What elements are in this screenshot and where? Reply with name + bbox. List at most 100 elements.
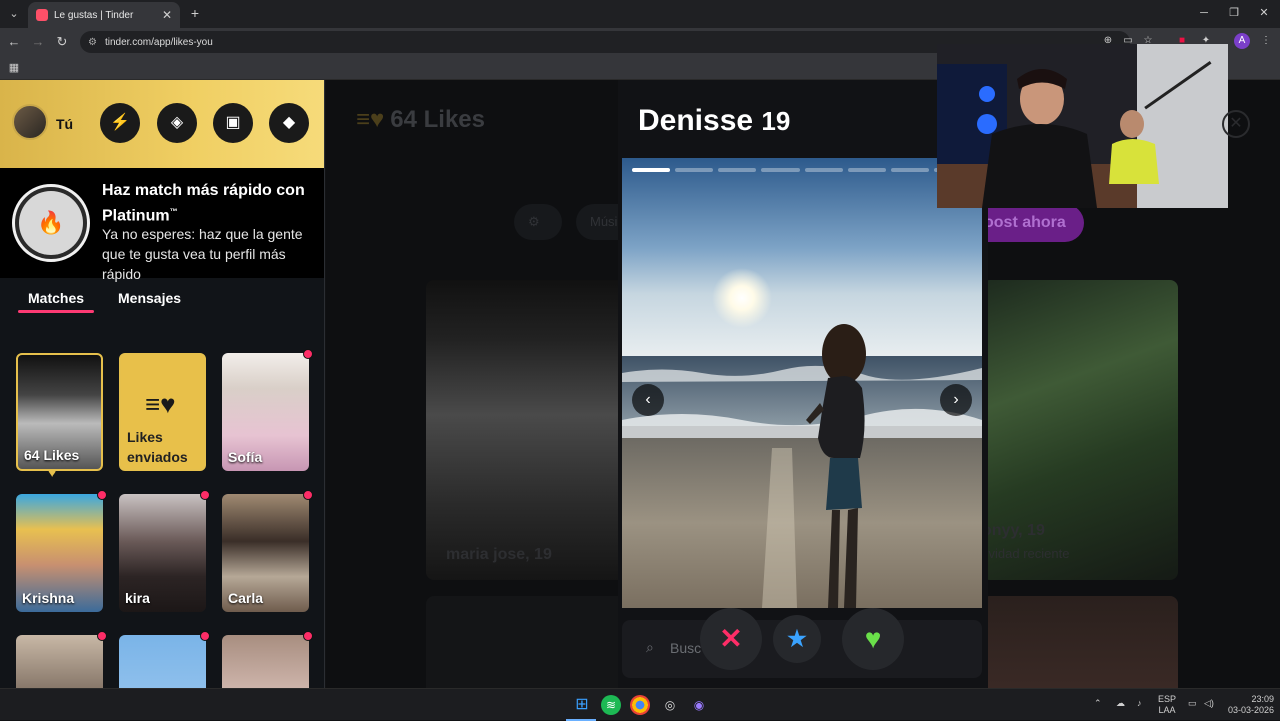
- windows-taskbar: ⊞ ≋ ◎ ◉ ⌃ ☁ ♪ ESP LAA ▭ ◁) 23:09 03-03-2…: [0, 688, 1280, 721]
- browser-tab[interactable]: Le gustas | Tinder ✕: [28, 2, 180, 28]
- promo-title: Haz match más rápido con Platinum™: [102, 180, 312, 226]
- platinum-logo: 🔥: [12, 184, 90, 262]
- match-name: Sofía: [228, 449, 263, 465]
- minimize-button[interactable]: ─: [1194, 4, 1214, 22]
- super-like-button[interactable]: ★: [773, 615, 821, 663]
- like-profile-card[interactable]: [426, 596, 626, 688]
- url-text: tinder.com/app/likes-you: [104, 36, 213, 48]
- profile-avatar-icon[interactable]: A: [1234, 33, 1250, 49]
- flame-icon: 🔥: [19, 191, 83, 255]
- like-card-activity: tividad reciente: [982, 546, 1070, 561]
- profile-age: 19: [761, 106, 791, 136]
- tab-messages[interactable]: Mensajes: [118, 290, 181, 306]
- match-card[interactable]: Carla: [222, 490, 313, 612]
- likes-count-text: 64 Likes: [390, 106, 485, 133]
- clock-date: 03-03-2026: [1227, 705, 1274, 715]
- promo-title-text: Haz match más rápido con Platinum: [102, 182, 305, 225]
- platinum-promo[interactable]: 🔥 Haz match más rápido con Platinum™ Ya …: [0, 168, 324, 282]
- sent-hearts-icon: ≡♥: [145, 389, 176, 419]
- match-name: kira: [125, 590, 150, 606]
- browser-tabbar: ⌄ Le gustas | Tinder ✕ + ─ ❐ ✕: [0, 0, 1280, 28]
- new-match-dot: [303, 490, 313, 500]
- spotify-icon[interactable]: ≋: [601, 695, 621, 715]
- beach-photo-image: [622, 158, 982, 608]
- new-tab-button[interactable]: +: [186, 4, 204, 22]
- language-layout: LAA: [1158, 705, 1176, 715]
- profile-name: Denisse 19: [638, 104, 790, 138]
- briefcase-icon[interactable]: ▣: [213, 103, 253, 143]
- tinder-favicon-icon: [36, 9, 48, 21]
- sidebar: Tú ⚡ ◈ ▣ ◆ 🔥 Haz match más rápido con Pl…: [0, 80, 325, 688]
- new-match-dot: [303, 349, 313, 359]
- forward-button[interactable]: →: [28, 32, 48, 52]
- webcam-overlay: [937, 44, 1228, 208]
- sidebar-tabs: Matches Mensajes: [0, 278, 324, 328]
- cloud-icon[interactable]: ☁: [1116, 698, 1125, 709]
- app-icon[interactable]: ◉: [689, 695, 709, 715]
- like-card-name: onyy, 19: [982, 522, 1045, 539]
- restore-button[interactable]: ❐: [1224, 4, 1244, 22]
- match-card[interactable]: kira: [119, 490, 210, 612]
- new-match-dot: [97, 490, 107, 500]
- likes-heart-icon: ♥: [48, 464, 57, 480]
- new-match-dot: [200, 631, 210, 641]
- language-indicator[interactable]: ESP LAA: [1158, 694, 1176, 716]
- tab-matches[interactable]: Matches: [28, 290, 84, 306]
- menu-icon[interactable]: ⋮: [1258, 33, 1274, 49]
- nope-button[interactable]: ✕: [700, 608, 762, 670]
- like-button[interactable]: ♥: [842, 608, 904, 670]
- search-placeholder: Busc: [670, 640, 702, 656]
- sent-likes-label: Likes enviados: [127, 427, 188, 467]
- clock-time: 23:09: [1251, 694, 1274, 704]
- windows-start-icon[interactable]: ⊞: [572, 695, 592, 715]
- volume-icon[interactable]: ◁): [1204, 698, 1214, 709]
- explore-compass-icon[interactable]: ◈: [157, 103, 197, 143]
- new-match-dot: [303, 631, 313, 641]
- match-card[interactable]: Krishna: [16, 490, 107, 612]
- network-icon[interactable]: ▭: [1188, 698, 1197, 709]
- previous-photo-button[interactable]: ‹: [632, 384, 664, 416]
- reload-button[interactable]: ↻: [52, 32, 72, 52]
- like-card-name: maria jose, 19: [446, 546, 552, 563]
- match-card[interactable]: [119, 631, 210, 688]
- likes-card[interactable]: 64 Likes: [16, 353, 103, 471]
- filter-settings-button[interactable]: ⚙: [514, 204, 562, 240]
- back-button[interactable]: ←: [4, 32, 24, 52]
- new-match-dot: [200, 490, 210, 500]
- tab-search-icon[interactable]: ⌄: [4, 4, 24, 24]
- like-profile-card[interactable]: maria jose, 19: [426, 280, 626, 580]
- profile-first-name: Denisse: [638, 104, 754, 137]
- tray-chevron-icon[interactable]: ⌃: [1094, 698, 1102, 709]
- close-profile-icon[interactable]: ✕: [1222, 110, 1250, 138]
- search-icon: ⌕: [646, 639, 654, 655]
- apps-grid-icon[interactable]: ▦: [6, 60, 22, 76]
- clock[interactable]: 23:09 03-03-2026: [1222, 694, 1274, 716]
- match-card[interactable]: [222, 631, 313, 688]
- mic-icon[interactable]: ♪: [1137, 698, 1142, 709]
- match-card[interactable]: Sofía: [222, 349, 313, 471]
- profile-photo[interactable]: ‹ ›: [622, 158, 982, 608]
- window-close-button[interactable]: ✕: [1254, 4, 1274, 22]
- next-photo-button[interactable]: ›: [940, 384, 972, 416]
- tab-close-icon[interactable]: ✕: [162, 8, 172, 22]
- new-match-dot: [97, 631, 107, 641]
- safety-shield-icon[interactable]: ◆: [269, 103, 309, 143]
- trademark-mark: ™: [169, 207, 178, 216]
- obs-icon[interactable]: ◎: [660, 695, 680, 715]
- likes-count-heading: ≡♥ 64 Likes: [356, 106, 485, 134]
- like-profile-card[interactable]: onyy, 19 tividad reciente: [982, 280, 1178, 580]
- profile-modal: Denisse 19 ‹ › ⌕ Busc ✕ ★ ♥: [618, 80, 988, 688]
- match-name: Carla: [228, 590, 264, 606]
- language-code: ESP: [1158, 694, 1177, 704]
- match-name: Krishna: [22, 590, 75, 606]
- like-profile-card[interactable]: [982, 596, 1178, 688]
- boost-icon[interactable]: ⚡: [100, 103, 140, 143]
- chrome-icon[interactable]: [630, 695, 650, 715]
- sent-likes-card[interactable]: ≡♥ Likes enviados: [119, 353, 206, 471]
- tab-title: Le gustas | Tinder: [54, 9, 134, 21]
- profile-label[interactable]: Tú: [56, 116, 73, 132]
- likes-card-label: 64 Likes: [24, 447, 80, 463]
- match-card[interactable]: [16, 631, 107, 688]
- avatar[interactable]: [12, 104, 48, 140]
- site-info-icon[interactable]: ⚙: [88, 37, 97, 48]
